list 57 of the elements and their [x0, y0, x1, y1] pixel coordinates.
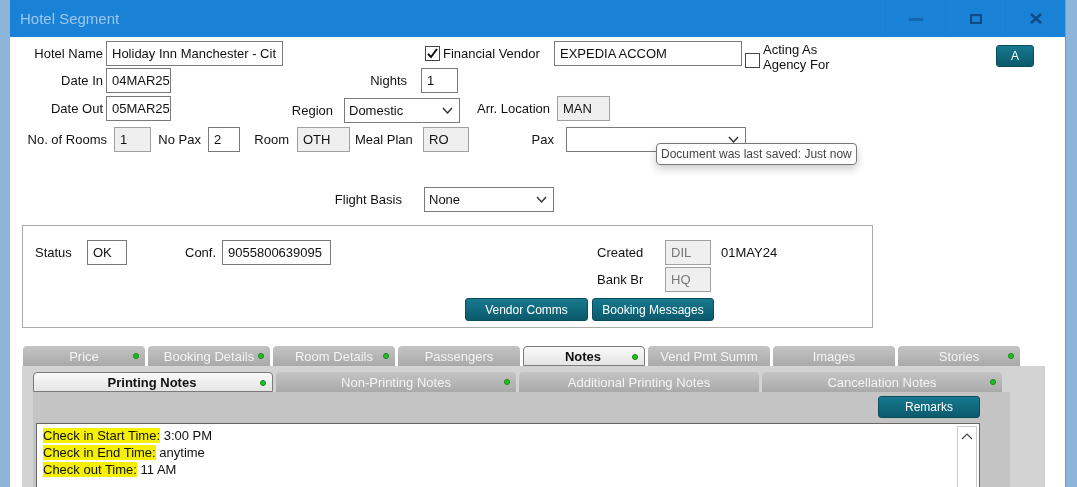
scroll-up-icon[interactable] — [961, 433, 973, 440]
chevron-down-icon — [536, 196, 547, 203]
arr-location-field[interactable]: MAN — [557, 95, 610, 121]
minimize-icon — [908, 16, 923, 21]
checkbox[interactable] — [425, 45, 440, 61]
nights-field[interactable]: 1 — [421, 68, 458, 93]
field-label: Meal Plan — [355, 132, 412, 147]
flight-basis-dropdown[interactable]: None — [424, 187, 554, 212]
bank-branch-field[interactable]: HQ — [665, 267, 711, 292]
vendor-field[interactable]: EXPEDIA ACCOM — [554, 40, 742, 66]
field-label: Room — [254, 132, 289, 147]
status-field[interactable]: OK — [87, 240, 127, 265]
window-title: Hotel Segment — [19, 10, 120, 27]
field-label: Status — [35, 245, 73, 260]
region-dropdown[interactable]: Domestic — [344, 97, 460, 123]
note-line: Check out Time: 11 AM — [43, 461, 178, 478]
chevron-down-icon — [442, 106, 453, 114]
checkbox[interactable] — [745, 53, 760, 68]
chevron-down-icon — [728, 136, 739, 143]
hotel-name-field[interactable]: Holiday Inn Manchester - Cit — [106, 40, 283, 66]
checkbox-label: Financial Vendor — [443, 45, 541, 61]
date-out-field[interactable]: 05MAR25 — [106, 95, 171, 121]
meal-plan-field[interactable]: RO — [423, 127, 469, 152]
field-label: Date In — [60, 73, 103, 88]
field-label: Bank Br — [597, 272, 645, 287]
notes-text-area[interactable]: Check in Start Time: 3:00 PM Check in End Time: anytime Check out Time: 11 AM — [36, 423, 980, 487]
tooltip: Document was last saved: Just now — [656, 143, 857, 165]
remarks-button[interactable]: Remarks — [878, 396, 980, 418]
field-label: No. of Rooms — [26, 132, 107, 147]
note-line: Check in Start Time: 3:00 PM — [43, 427, 213, 444]
action-button[interactable]: Vendor Comms — [465, 298, 588, 321]
checkbox-label: Acting As Agency For — [763, 42, 831, 72]
tab[interactable]: Printing Notes — [33, 372, 273, 392]
field-label: Nights — [369, 73, 407, 88]
field-label: Flight Basis — [333, 192, 402, 207]
pax-count-field[interactable]: 2 — [208, 127, 240, 152]
field-label: Arr. Location — [476, 100, 550, 116]
close-icon — [1029, 13, 1042, 24]
field-label: Hotel Name — [33, 45, 103, 61]
tab[interactable]: Notes — [523, 346, 645, 366]
field-label: Date Out — [49, 100, 103, 116]
field-label: Pax — [530, 132, 554, 147]
field-label: Conf. — [185, 245, 218, 260]
room-field[interactable]: OTH — [297, 127, 350, 152]
note-line: Check in End Time: anytime — [43, 444, 206, 461]
scrollbar[interactable] — [957, 426, 977, 487]
field-label: Region — [290, 102, 333, 118]
field-label: No Pax — [158, 132, 201, 147]
a-button[interactable]: A — [996, 45, 1034, 67]
field-label: Created — [597, 245, 645, 260]
confirmation-field[interactable]: 9055800639095 — [222, 240, 331, 265]
rooms-field[interactable]: 1 — [114, 127, 151, 152]
created-date: 01MAY24 — [721, 245, 778, 260]
maximize-icon — [969, 13, 982, 24]
action-button[interactable]: Booking Messages — [592, 298, 714, 321]
date-in-field[interactable]: 04MAR25 — [106, 68, 171, 93]
created-by-field[interactable]: DIL — [665, 240, 711, 265]
